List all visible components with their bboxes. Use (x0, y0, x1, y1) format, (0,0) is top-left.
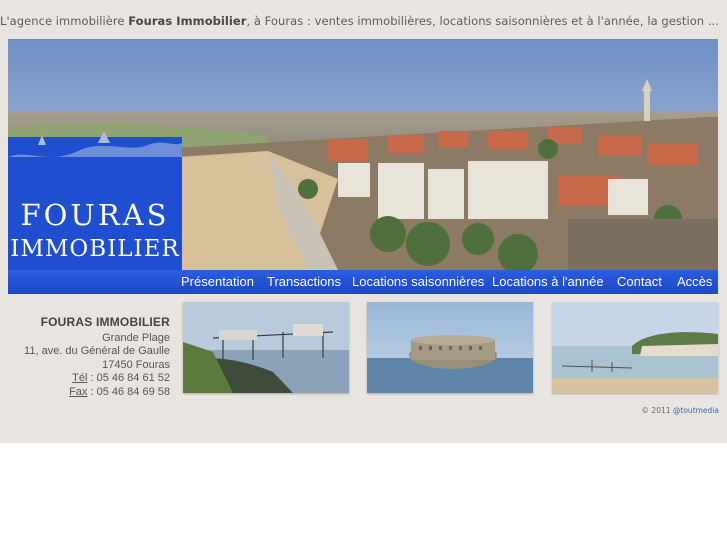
phone-line: Tél : 05 46 84 61 52 (24, 372, 170, 386)
agency-name: FOURAS IMMOBILIER (40, 315, 170, 329)
header-tagline: L'agence immobilière Fouras Immobilier, … (0, 14, 718, 28)
fax-number: : 05 46 84 69 58 (87, 385, 170, 398)
tagline-suffix: , à Fouras : ventes immobilières, locati… (246, 14, 718, 28)
logo-text-immobilier: IMMOBILIER (10, 236, 180, 262)
logo-text-fouras: FOURAS (20, 198, 170, 232)
fax-label: Fax (69, 385, 88, 398)
nav-item-locations-saisonnieres[interactable]: Locations saisonnières (352, 274, 484, 289)
photo-beach-cliff[interactable] (552, 302, 718, 393)
nav-item-presentation[interactable]: Présentation (181, 274, 254, 289)
tagline-prefix: L'agence immobilière (0, 14, 129, 28)
contact-block: FOURAS IMMOBILIER Grande Plage 11, ave. … (24, 315, 170, 400)
photo-fort-boyard[interactable] (367, 302, 533, 393)
address-line-1: Grande Plage (102, 331, 170, 344)
fax-line: Fax : 05 46 84 69 58 (24, 386, 170, 400)
address-line-2: 11, ave. du Général de Gaulle (24, 345, 170, 357)
nav-item-transactions[interactable]: Transactions (267, 274, 341, 289)
nav-item-contact[interactable]: Contact (617, 274, 662, 289)
phone-label: Tél (72, 372, 88, 384)
photo-fishing-huts[interactable] (183, 302, 349, 393)
phone-number: : 05 46 84 61 52 (87, 372, 170, 384)
toutmedia-link[interactable]: @toutmedia (673, 406, 719, 415)
main-navigation: Présentation Transactions Locations sais… (8, 270, 718, 294)
copyright-text: © 2011 (641, 406, 673, 415)
tagline-brand: Fouras Immobilier (128, 14, 247, 28)
nav-item-locations-annee[interactable]: Locations à l'année (492, 274, 604, 289)
postal-city: 17450 Fouras (102, 358, 170, 371)
footer-credit: © 2011 @toutmedia (642, 406, 719, 415)
nav-item-acces[interactable]: Accès (677, 274, 712, 289)
